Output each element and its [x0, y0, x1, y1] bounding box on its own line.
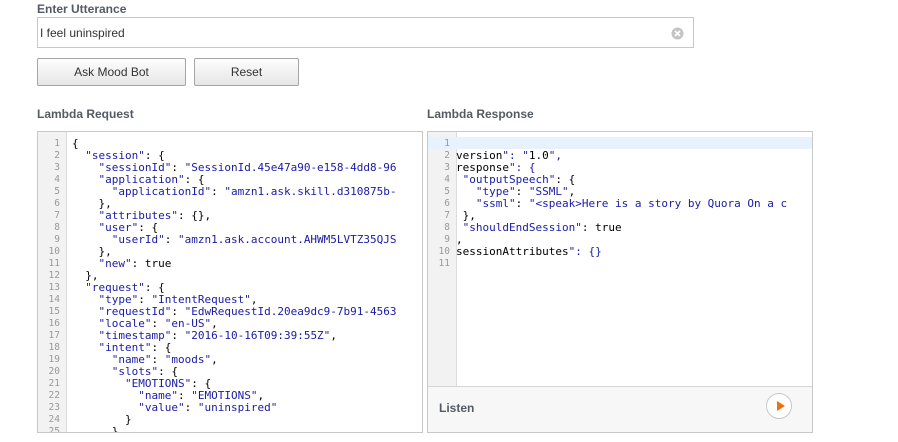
request-line-number: 15: [48, 306, 60, 317]
request-line-number: 12: [48, 270, 60, 281]
response-line-number: 2: [444, 150, 450, 161]
utterance-label: Enter Utterance: [37, 2, 127, 16]
lambda-response-editor[interactable]: 1 2 version": "1.0", 3 response": {4 "output…: [427, 131, 813, 433]
request-line-text: }: [72, 425, 119, 433]
request-line-number: 23: [48, 402, 60, 413]
play-button[interactable]: [766, 393, 792, 419]
response-line-number: 7: [444, 210, 450, 221]
request-line: 25 }: [38, 426, 422, 433]
request-line-number: 10: [48, 246, 60, 257]
response-line-number: 10: [438, 246, 450, 257]
response-line: 11: [428, 258, 812, 270]
lambda-response-label: Lambda Response: [427, 107, 534, 121]
response-line: 6 "ssml": "<speak>Here is a story by Quo…: [428, 198, 812, 210]
ask-mood-bot-button[interactable]: Ask Mood Bot: [37, 58, 186, 86]
request-line-number: 9: [54, 234, 60, 245]
response-line-number: 3: [444, 162, 450, 173]
reset-button[interactable]: Reset: [194, 58, 299, 86]
request-line-number: 18: [48, 342, 60, 353]
utterance-field[interactable]: [37, 17, 694, 48]
response-line-text: "ssml": "<speak>Here is a story by Quora…: [475, 197, 788, 210]
response-line: 10 sessionAttributes": {}: [428, 246, 812, 258]
response-line-number: 6: [444, 198, 450, 209]
listen-label: Listen: [439, 401, 475, 415]
request-line-number: 16: [48, 318, 60, 329]
response-line-number: 4: [444, 174, 450, 185]
lambda-request-label: Lambda Request: [37, 107, 134, 121]
request-line-number: 17: [48, 330, 60, 341]
request-line-number: 25: [48, 426, 60, 433]
request-line-number: 24: [48, 414, 60, 425]
clear-icon[interactable]: [671, 27, 684, 40]
request-line-number: 3: [54, 162, 60, 173]
response-line-number: 9: [444, 234, 450, 245]
request-line-number: 5: [54, 186, 60, 197]
request-line-number: 7: [54, 210, 60, 221]
response-line-number: 8: [444, 222, 450, 233]
response-line-number: 1: [444, 138, 450, 149]
response-line: 8 "shouldEndSession": true: [428, 222, 812, 234]
response-line-text: sessionAttributes": {}: [456, 245, 602, 258]
request-line-number: 8: [54, 222, 60, 233]
request-line-number: 4: [54, 174, 60, 185]
play-icon: [777, 401, 785, 411]
request-line-number: 22: [48, 390, 60, 401]
response-footer: Listen: [428, 386, 812, 432]
response-line-number: 5: [444, 186, 450, 197]
request-line-number: 20: [48, 366, 60, 377]
request-line-number: 6: [54, 198, 60, 209]
request-line-number: 2: [54, 150, 60, 161]
request-line-text: "applicationId": "amzn1.ask.skill.d31087…: [111, 185, 397, 198]
lambda-request-editor[interactable]: 1{2 "session": {3 "sessionId": "SessionI…: [37, 131, 423, 433]
response-line-number: 11: [438, 258, 450, 269]
request-line-number: 21: [48, 378, 60, 389]
request-line-number: 14: [48, 294, 60, 305]
request-line-number: 19: [48, 354, 60, 365]
request-line-number: 11: [48, 258, 60, 269]
request-line-text: "userId": "amzn1.ask.account.AHWM5LVTZ35…: [111, 233, 397, 246]
response-line-text: "shouldEndSession": true: [462, 221, 622, 234]
utterance-input[interactable]: [39, 19, 665, 46]
request-line-number: 13: [48, 282, 60, 293]
request-line-number: 1: [54, 138, 60, 149]
